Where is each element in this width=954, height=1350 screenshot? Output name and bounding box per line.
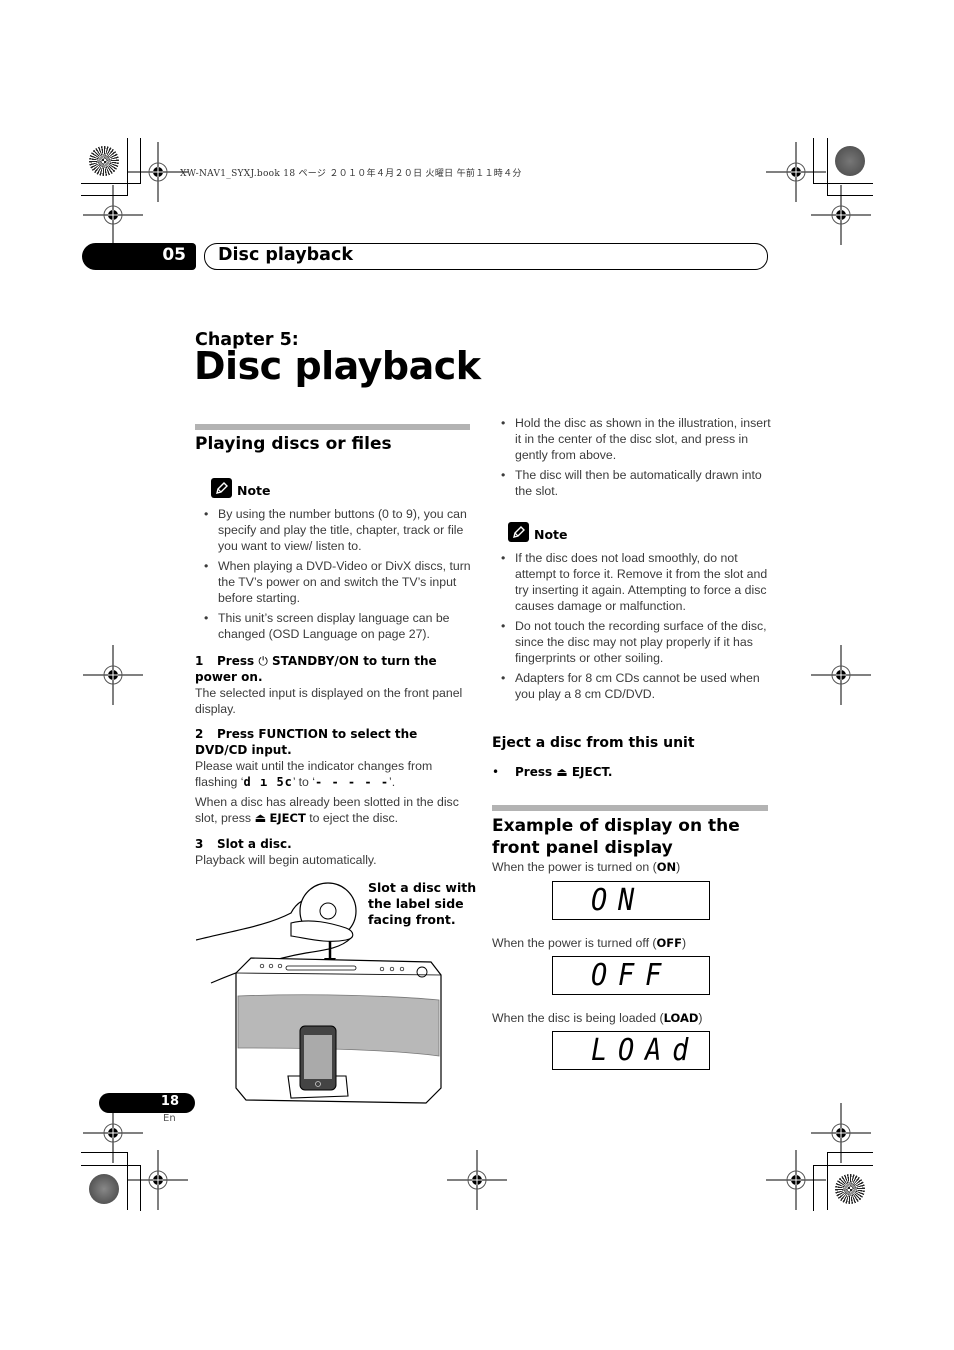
step-text: Slot a disc. xyxy=(217,837,292,851)
section-rule xyxy=(195,424,470,430)
note-header: Note xyxy=(211,478,271,498)
chapter-number-tab: 05 xyxy=(82,243,196,270)
caption-text: ) xyxy=(682,936,687,950)
display-caption-on: When the power is turned on (ON) xyxy=(492,859,680,875)
step-text: ’ to ‘ xyxy=(292,775,316,789)
speaker-grille xyxy=(237,994,440,1057)
note-item: When playing a DVD-Video or DivX discs, … xyxy=(196,558,476,606)
heading-display-examples: Example of display on the front panel di… xyxy=(492,816,740,858)
print-slug-header: XW-NAV1_SYXJ.book 18 ページ ２０１０年４月２０日 火曜日 … xyxy=(180,169,522,179)
section-title: Disc playback xyxy=(218,245,353,265)
page-number-tab: 18 xyxy=(99,1093,195,1113)
heading-eject-disc: Eject a disc from this unit xyxy=(492,735,695,751)
page-number: 18 xyxy=(160,1094,179,1109)
step-3-heading: 3 Slot a disc. xyxy=(195,836,473,852)
chapter-title: Disc playback xyxy=(194,344,481,388)
display-readout: ON xyxy=(591,883,646,918)
note-item: Adapters for 8 cm CDs cannot be used whe… xyxy=(493,670,773,702)
power-icon: ⏻ xyxy=(258,654,268,668)
instruction-item: The disc will then be automatically draw… xyxy=(493,467,773,499)
note-header: Note xyxy=(508,522,568,542)
eject-icon: ⏏ xyxy=(556,765,568,779)
registration-mark xyxy=(811,185,871,245)
note-item: This unit’s screen display language can … xyxy=(196,610,476,642)
caption-text: When the disc is being loaded ( xyxy=(492,1011,664,1025)
step-number: 3 xyxy=(195,837,204,851)
eject-label: EJECT. xyxy=(571,765,613,779)
registration-mark xyxy=(83,645,143,705)
step-text: to eject the disc. xyxy=(309,811,399,825)
caption-bold: ON xyxy=(656,860,677,874)
indicator-dashes-text: - - - - - xyxy=(315,775,390,789)
caption-text: When the power is turned off ( xyxy=(492,936,657,950)
note-list: If the disc does not load smoothly, do n… xyxy=(493,550,773,706)
front-panel-display-off: OFF xyxy=(552,956,710,995)
step-1-body: The selected input is displayed on the f… xyxy=(195,686,463,716)
bullet: • xyxy=(492,765,500,779)
registration-mark xyxy=(128,1150,188,1210)
caption-text: ) xyxy=(676,860,681,874)
media-player-screen xyxy=(304,1035,332,1079)
display-readout: OFF xyxy=(591,958,673,993)
note-label: Note xyxy=(237,483,271,498)
step-2-eject-note: When a disc has already been slotted in … xyxy=(195,794,473,826)
insert-instructions-list: Hold the disc as shown in the illustrati… xyxy=(493,415,773,503)
caption-bold: LOAD xyxy=(663,1011,699,1025)
starburst-mark-top-right xyxy=(835,146,865,176)
indicator-disc-text: d ı 5c xyxy=(243,775,293,789)
starburst-mark-top-left xyxy=(89,146,119,176)
starburst-mark-bottom-right xyxy=(835,1174,865,1204)
chapter-number: 05 xyxy=(162,245,186,265)
note-item: By using the number buttons (0 to 9), yo… xyxy=(196,506,476,554)
section-rule xyxy=(492,805,768,811)
display-readout: LOAd xyxy=(591,1033,700,1068)
note-list: By using the number buttons (0 to 9), yo… xyxy=(196,506,476,646)
page-language: En xyxy=(163,1113,176,1124)
heading-playing-discs: Playing discs or files xyxy=(195,434,392,454)
display-caption-load: When the disc is being loaded (LOAD) xyxy=(492,1010,703,1026)
eject-label: EJECT xyxy=(269,811,306,825)
note-item: If the disc does not load smoothly, do n… xyxy=(493,550,773,614)
step-number: 1 xyxy=(195,654,204,668)
step-number: 2 xyxy=(195,727,204,741)
front-panel-display-load: LOAd xyxy=(552,1031,710,1070)
starburst-mark-bottom-left xyxy=(89,1174,119,1204)
step-text: Press FUNCTION to select the DVD/CD inpu… xyxy=(195,727,418,757)
registration-mark xyxy=(83,185,143,245)
registration-mark xyxy=(811,645,871,705)
note-item: Do not touch the recording surface of th… xyxy=(493,618,773,666)
registration-mark xyxy=(766,1150,826,1210)
step-1-heading: 1 Press ⏻ STANDBY/ON to turn the power on… xyxy=(195,653,473,685)
note-label: Note xyxy=(534,527,568,542)
registration-mark xyxy=(447,1150,507,1210)
section-title-bar: Disc playback xyxy=(204,243,768,270)
display-caption-off: When the power is turned off (OFF) xyxy=(492,935,686,951)
caption-text: ) xyxy=(698,1011,703,1025)
pencil-note-icon xyxy=(508,522,529,542)
illustration-caption: Slot a disc with the label side facing f… xyxy=(368,880,477,927)
step-3-body: Playback will begin automatically. xyxy=(195,853,377,867)
step-2-heading: 2 Press FUNCTION to select the DVD/CD inp… xyxy=(195,726,473,758)
caption-bold: OFF xyxy=(656,936,683,950)
step-2-body: Please wait until the indicator changes … xyxy=(195,758,473,790)
eject-icon: ⏏ xyxy=(254,811,267,825)
step-text: ’. xyxy=(389,775,396,789)
instruction-item: Hold the disc as shown in the illustrati… xyxy=(493,415,773,463)
eject-instruction: • Press ⏏ EJECT. xyxy=(492,764,612,780)
step-text: Press xyxy=(515,765,553,779)
pencil-note-icon xyxy=(211,478,232,498)
caption-text: When the power is turned on ( xyxy=(492,860,657,874)
step-text: Press xyxy=(217,654,255,668)
front-panel-display-on: ON xyxy=(552,881,710,920)
